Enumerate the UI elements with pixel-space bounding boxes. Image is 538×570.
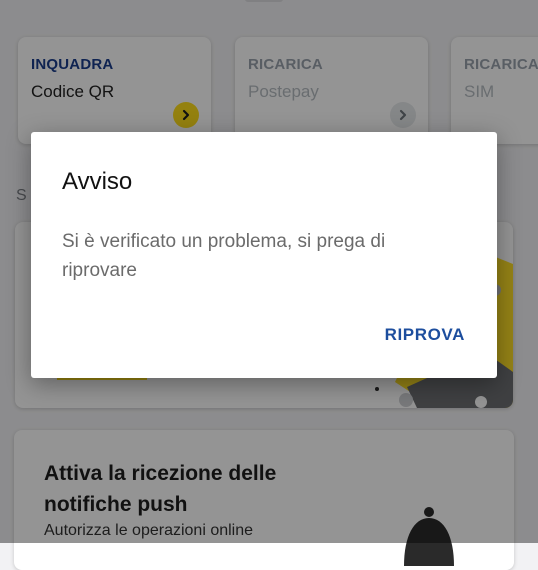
alert-dialog: Avviso Si è verificato un problema, si p… [31, 132, 497, 378]
retry-button[interactable]: RIPROVA [385, 325, 465, 345]
dialog-message: Si è verificato un problema, si prega di… [62, 231, 386, 281]
dialog-title: Avviso [62, 168, 133, 195]
